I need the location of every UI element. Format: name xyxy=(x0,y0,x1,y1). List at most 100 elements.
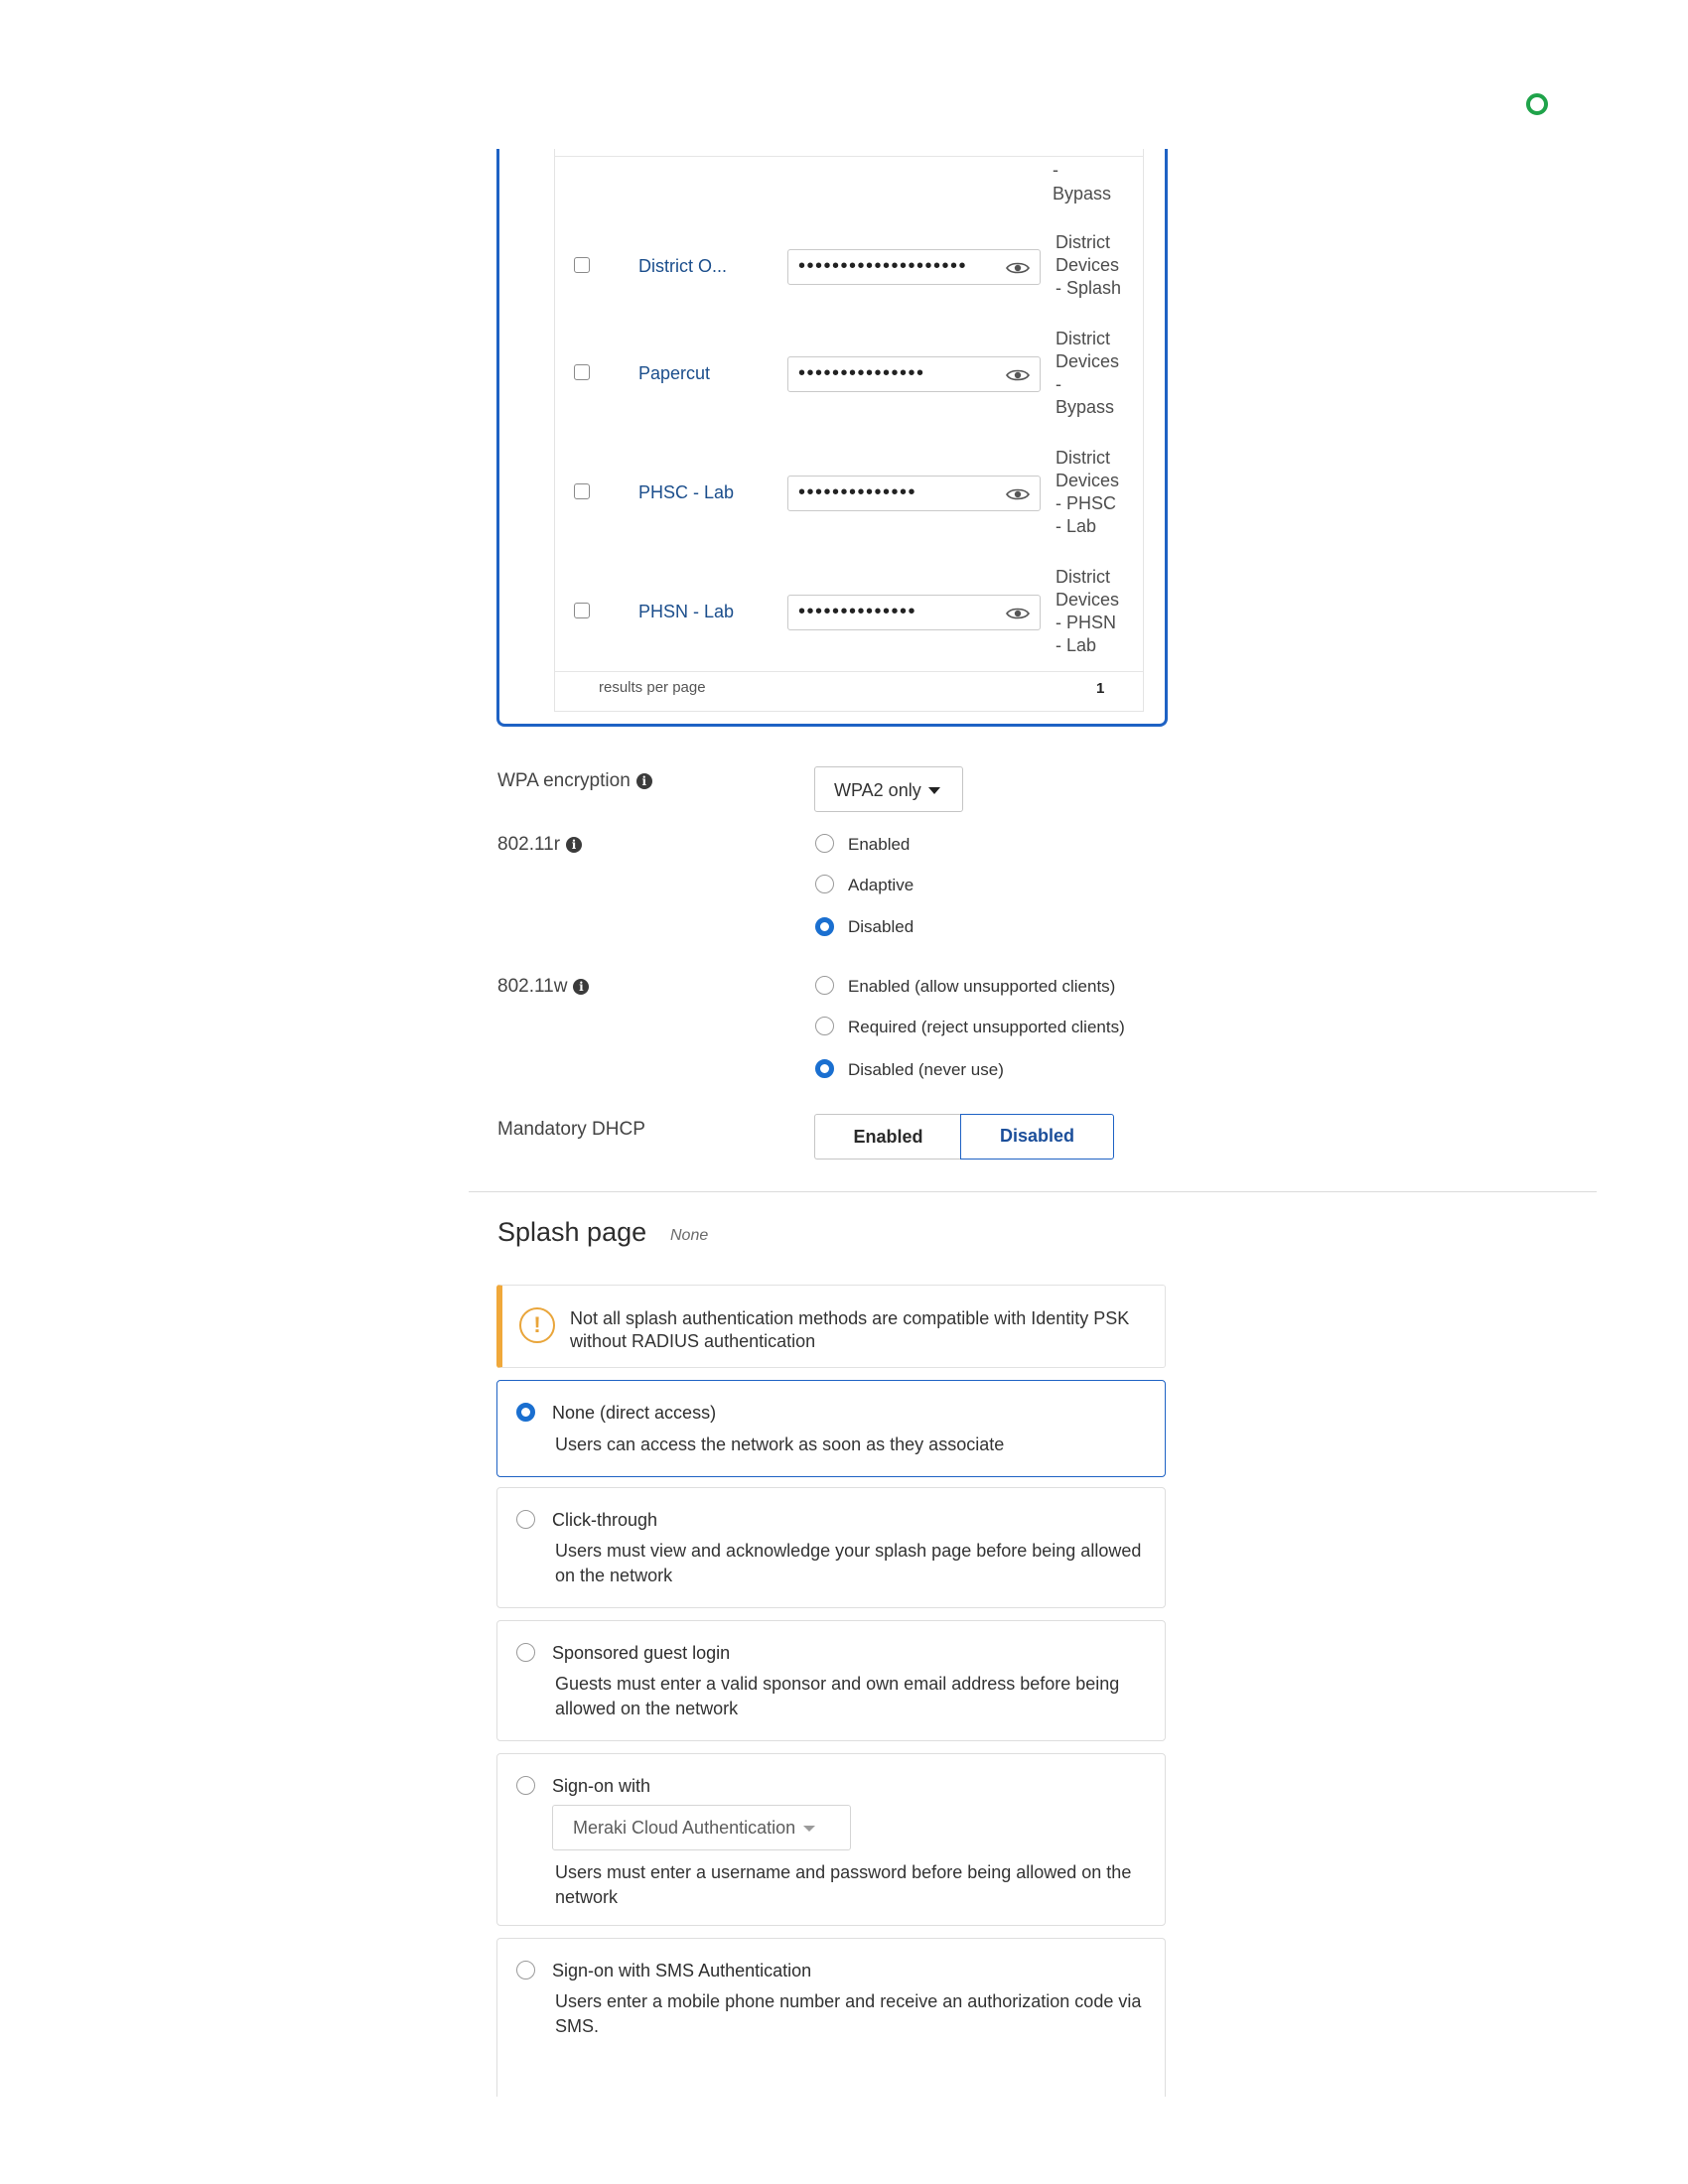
splash-option-none[interactable]: None (direct access) Users can access th… xyxy=(496,1380,1166,1477)
table-divider xyxy=(555,156,1143,157)
info-icon[interactable]: i xyxy=(635,773,652,789)
group-cell: District Devices - Bypass xyxy=(1055,328,1119,419)
alert-text: Not all splash authentication methods ar… xyxy=(570,1308,1130,1351)
dot11w-disabled-radio[interactable] xyxy=(815,1059,834,1078)
dot11r-adaptive-radio[interactable] xyxy=(815,875,834,893)
ipsk-name[interactable]: PHSN - Lab xyxy=(638,602,734,622)
option-title[interactable]: Sign-on with xyxy=(552,1776,650,1797)
dot11r-disabled-radio[interactable] xyxy=(815,917,834,936)
option-title[interactable]: None (direct access) xyxy=(552,1403,716,1424)
splash-page-title: Splash page xyxy=(497,1217,647,1247)
group-cell-line: - Lab xyxy=(1055,516,1097,536)
option-description: Users must view and acknowledge your spl… xyxy=(555,1541,1142,1585)
dot11r-adaptive-label[interactable]: Adaptive xyxy=(848,876,914,895)
wpa-encryption-label-text: WPA encryption xyxy=(497,770,631,791)
group-cell: District Devices - PHSN - Lab xyxy=(1055,566,1119,657)
eye-icon[interactable] xyxy=(1006,261,1030,275)
group-cell-line: - Lab xyxy=(1055,635,1097,655)
dot11w-label: 802.11w i xyxy=(497,976,590,998)
eye-icon[interactable] xyxy=(1006,487,1030,501)
option-description: Users can access the network as soon as … xyxy=(555,1434,1005,1454)
auth-provider-value: Meraki Cloud Authentication xyxy=(573,1818,796,1838)
splash-warning-alert: ! Not all splash authentication methods … xyxy=(496,1285,1166,1368)
group-cell-line: - xyxy=(1053,160,1058,180)
passphrase-field[interactable]: •••••••••••••••••••• xyxy=(787,249,1041,285)
group-cell-line: - Splash xyxy=(1055,278,1122,298)
ipsk-name[interactable]: District O... xyxy=(638,256,727,277)
splash-sms-radio[interactable] xyxy=(516,1961,535,1979)
info-icon[interactable]: i xyxy=(573,979,590,995)
info-icon[interactable]: i xyxy=(566,837,583,853)
ipsk-name[interactable]: PHSC - Lab xyxy=(638,482,734,503)
mandatory-dhcp-label: Mandatory DHCP xyxy=(497,1119,645,1140)
option-description: Users enter a mobile phone number and re… xyxy=(555,1991,1142,2036)
group-cell-fragment: - Bypass xyxy=(1053,159,1111,205)
passphrase-value: •••••••••••••••••••• xyxy=(798,255,968,277)
dot11w-required-radio[interactable] xyxy=(815,1017,834,1035)
row-checkbox[interactable] xyxy=(574,364,590,380)
dot11w-enabled-radio[interactable] xyxy=(815,976,834,995)
dot11w-enabled-label[interactable]: Enabled (allow unsupported clients) xyxy=(848,977,1115,997)
dot11r-label: 802.11r i xyxy=(497,834,583,856)
wpa-encryption-value: WPA2 only xyxy=(834,780,921,800)
dot11w-disabled-label[interactable]: Disabled (never use) xyxy=(848,1060,1004,1080)
row-checkbox[interactable] xyxy=(574,483,590,499)
pagination-page-1[interactable]: 1 xyxy=(1096,680,1104,697)
group-cell-line: Devices xyxy=(1055,351,1120,371)
group-cell-line: Devices xyxy=(1055,590,1120,610)
auth-provider-dropdown[interactable]: Meraki Cloud Authentication xyxy=(552,1805,851,1850)
group-cell-line: District xyxy=(1055,567,1110,587)
passphrase-value: •••••••••••••• xyxy=(798,481,917,503)
group-cell: District Devices - Splash xyxy=(1055,231,1121,300)
status-indicator-icon xyxy=(1526,93,1548,115)
wpa-encryption-dropdown[interactable]: WPA2 only xyxy=(814,766,963,812)
group-cell-line: Devices xyxy=(1055,471,1120,490)
dot11r-disabled-label[interactable]: Disabled xyxy=(848,917,914,937)
option-title[interactable]: Sign-on with SMS Authentication xyxy=(552,1961,811,1981)
passphrase-field[interactable]: •••••••••••••• xyxy=(787,595,1041,630)
splash-none-radio[interactable] xyxy=(516,1403,535,1422)
caret-down-icon xyxy=(927,787,940,794)
splash-sponsored-radio[interactable] xyxy=(516,1643,535,1662)
dot11r-enabled-label[interactable]: Enabled xyxy=(848,835,910,855)
dot11w-label-text: 802.11w xyxy=(497,976,568,997)
dot11r-enabled-radio[interactable] xyxy=(815,834,834,853)
passphrase-value: ••••••••••••••• xyxy=(798,362,925,384)
group-cell-line: - PHSC xyxy=(1055,493,1117,513)
passphrase-field[interactable]: •••••••••••••• xyxy=(787,476,1041,511)
group-cell-line: - xyxy=(1055,374,1061,394)
passphrase-field[interactable]: ••••••••••••••• xyxy=(787,356,1041,392)
group-cell-line: Bypass xyxy=(1053,184,1112,204)
mandatory-dhcp-toggle: Enabled Disabled xyxy=(814,1114,1114,1160)
wpa-encryption-label: WPA encryption i xyxy=(497,770,652,792)
caret-down-icon xyxy=(803,1826,816,1832)
splash-option-click-through[interactable]: Click-through Users must view and acknow… xyxy=(496,1487,1166,1608)
option-title[interactable]: Click-through xyxy=(552,1510,657,1531)
group-cell-line: - PHSN xyxy=(1055,613,1117,632)
splash-option-sign-on[interactable]: Sign-on with Meraki Cloud Authentication… xyxy=(496,1753,1166,1926)
group-cell: District Devices - PHSC - Lab xyxy=(1055,447,1119,538)
ipsk-name[interactable]: Papercut xyxy=(638,363,710,384)
splash-sign-on-radio[interactable] xyxy=(516,1776,535,1795)
group-cell-line: District xyxy=(1055,448,1110,468)
option-description: Guests must enter a valid sponsor and ow… xyxy=(555,1674,1120,1718)
dhcp-disabled-button[interactable]: Disabled xyxy=(960,1114,1114,1160)
group-cell-line: District xyxy=(1055,329,1110,348)
dot11r-label-text: 802.11r xyxy=(497,834,561,855)
splash-option-sponsored[interactable]: Sponsored guest login Guests must enter … xyxy=(496,1620,1166,1741)
passphrase-value: •••••••••••••• xyxy=(798,601,917,622)
group-cell-line: District xyxy=(1055,232,1110,252)
section-divider xyxy=(469,1191,1597,1192)
splash-click-through-radio[interactable] xyxy=(516,1510,535,1529)
table-footer-divider xyxy=(555,671,1143,672)
splash-option-sms[interactable]: Sign-on with SMS Authentication Users en… xyxy=(496,1938,1166,2097)
warning-icon: ! xyxy=(519,1307,555,1343)
option-description: Users must enter a username and password… xyxy=(555,1862,1132,1907)
dhcp-enabled-button[interactable]: Enabled xyxy=(814,1114,961,1160)
row-checkbox[interactable] xyxy=(574,603,590,618)
dot11w-required-label[interactable]: Required (reject unsupported clients) xyxy=(848,1018,1125,1037)
eye-icon[interactable] xyxy=(1006,607,1030,620)
row-checkbox[interactable] xyxy=(574,257,590,273)
eye-icon[interactable] xyxy=(1006,368,1030,382)
option-title[interactable]: Sponsored guest login xyxy=(552,1643,730,1664)
